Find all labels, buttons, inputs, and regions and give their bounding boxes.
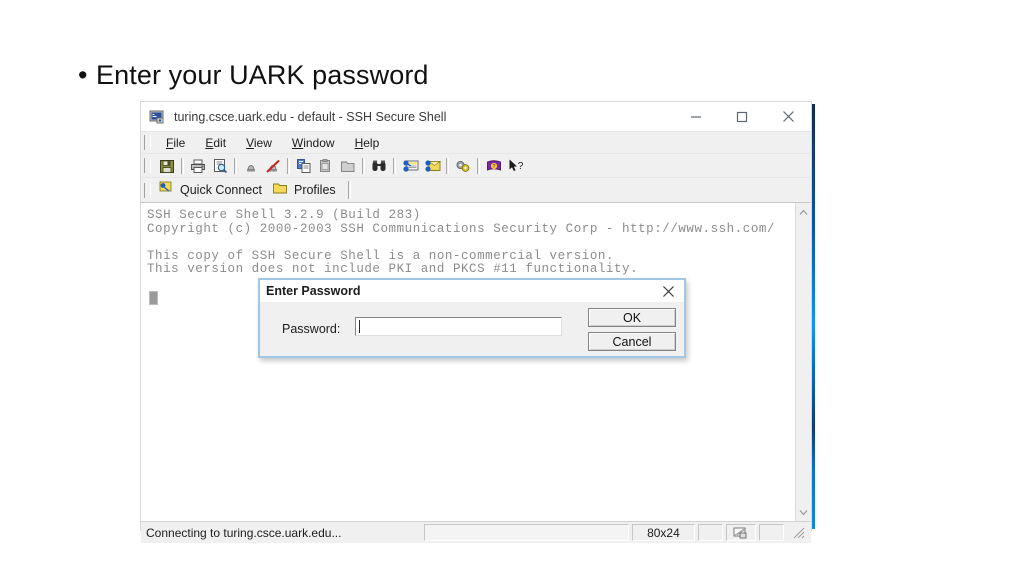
print-icon[interactable] xyxy=(187,156,209,176)
menu-accel-view: V xyxy=(246,135,254,150)
connect-icon[interactable] xyxy=(240,156,262,176)
toolbar-separator xyxy=(477,157,480,174)
terminal-line: Copyright (c) 2000-2003 SSH Communicatio… xyxy=(147,221,775,236)
quick-connect-icon xyxy=(158,180,174,200)
vertical-scrollbar[interactable] xyxy=(795,203,811,521)
maximize-button[interactable] xyxy=(719,102,765,131)
terminal-line: This copy of SSH Secure Shell is a non-c… xyxy=(147,248,614,263)
bullet-marker: • xyxy=(78,60,88,90)
dialog-close-button[interactable] xyxy=(656,280,680,302)
resize-grip-icon[interactable] xyxy=(786,524,811,541)
page-title: Enter your UARK password xyxy=(96,60,429,90)
svg-text:?: ? xyxy=(493,164,496,170)
close-button[interactable] xyxy=(765,102,811,131)
quick-connect-bar: Quick Connect Profiles xyxy=(141,177,811,203)
disconnect-icon[interactable] xyxy=(262,156,284,176)
terminal-cursor xyxy=(149,291,158,305)
settings-icon[interactable] xyxy=(452,156,474,176)
status-bar: Connecting to turing.csce.uark.edu... 80… xyxy=(141,521,811,543)
ssh-status-icon xyxy=(725,524,756,541)
menubar-drag-handle[interactable] xyxy=(144,135,151,150)
menu-item-edit[interactable]: Edit xyxy=(195,135,236,151)
profiles-label: Profiles xyxy=(293,183,336,197)
minimize-button[interactable] xyxy=(673,102,719,131)
status-progress-panel xyxy=(424,524,629,541)
new-terminal-icon[interactable] xyxy=(421,156,443,176)
menu-rest-help: elp xyxy=(363,135,380,150)
menu-item-view[interactable]: View xyxy=(236,135,282,151)
terminal-line: This version does not include PKI and PK… xyxy=(147,262,639,277)
quickbar-separator xyxy=(347,181,351,199)
open-folder-icon[interactable] xyxy=(337,156,359,176)
password-input[interactable] xyxy=(355,317,562,336)
copy-icon[interactable] xyxy=(293,156,315,176)
menu-item-window[interactable]: Window xyxy=(282,135,345,151)
svg-text:?: ? xyxy=(518,161,524,172)
folder-icon xyxy=(272,181,288,200)
quick-connect-label: Quick Connect xyxy=(180,183,262,197)
window-titlebar[interactable]: turing.csce.uark.edu - default - SSH Sec… xyxy=(141,102,811,131)
menu-rest-window: indow xyxy=(303,135,335,150)
menu-accel-window: W xyxy=(291,135,304,150)
menu-item-help[interactable]: Help xyxy=(345,135,390,151)
ssh-terminal-icon xyxy=(149,109,166,124)
toolbar-separator xyxy=(287,157,290,174)
toolbar-separator xyxy=(234,157,237,174)
chevron-down-icon[interactable] xyxy=(796,505,812,519)
terminal-line: SSH Secure Shell 3.2.9 (Build 283) xyxy=(147,208,421,222)
menu-rest-file: ile xyxy=(173,135,186,150)
print-preview-icon[interactable] xyxy=(209,156,231,176)
menu-item-file[interactable]: File xyxy=(156,135,195,151)
window-title: turing.csce.uark.edu - default - SSH Sec… xyxy=(174,109,447,124)
profiles-button[interactable]: Profiles xyxy=(270,179,344,201)
password-label: Password: xyxy=(282,322,341,336)
save-icon[interactable] xyxy=(156,156,178,176)
context-help-icon[interactable]: ? xyxy=(505,156,527,176)
paste-icon[interactable] xyxy=(315,156,337,176)
toolbar-drag-handle[interactable] xyxy=(144,158,151,173)
toolbar-separator xyxy=(393,157,396,174)
toolbar: ? ? xyxy=(141,153,811,177)
toolbar-separator xyxy=(446,157,449,174)
new-file-transfer-icon[interactable] xyxy=(399,156,421,176)
find-icon[interactable] xyxy=(368,156,390,176)
status-panel-spacer xyxy=(698,524,723,541)
menu-accel-help: H xyxy=(354,135,364,150)
menu-rest-edit: dit xyxy=(213,135,227,150)
chevron-up-icon[interactable] xyxy=(796,205,812,219)
terminal-output[interactable]: SSH Secure Shell 3.2.9 (Build 283) Copyr… xyxy=(141,203,795,521)
help-book-icon[interactable]: ? xyxy=(483,156,505,176)
cancel-button[interactable]: Cancel xyxy=(588,332,676,351)
status-message: Connecting to turing.csce.uark.edu... xyxy=(146,525,342,540)
slide-bullet-line: • Enter your UARK password xyxy=(78,60,429,91)
dialog-titlebar[interactable]: Enter Password xyxy=(260,280,684,303)
window-controls xyxy=(673,102,811,131)
menu-rest-view: iew xyxy=(253,135,272,150)
enter-password-dialog: Enter Password Password: OK Cancel xyxy=(258,278,686,358)
ok-button[interactable]: OK xyxy=(588,308,676,327)
status-panel-spacer xyxy=(759,524,784,541)
menu-bar: File Edit View Window Help xyxy=(141,131,811,153)
quick-connect-button[interactable]: Quick Connect xyxy=(156,179,270,201)
dialog-body: Password: OK Cancel xyxy=(260,303,684,357)
quickbar-drag-handle[interactable] xyxy=(144,182,151,198)
terminal-size-indicator: 80x24 xyxy=(631,524,696,541)
text-caret xyxy=(359,320,360,333)
toolbar-separator xyxy=(362,157,365,174)
terminal-area: SSH Secure Shell 3.2.9 (Build 283) Copyr… xyxy=(141,203,811,521)
toolbar-separator xyxy=(181,157,184,174)
dialog-title: Enter Password xyxy=(266,284,361,298)
